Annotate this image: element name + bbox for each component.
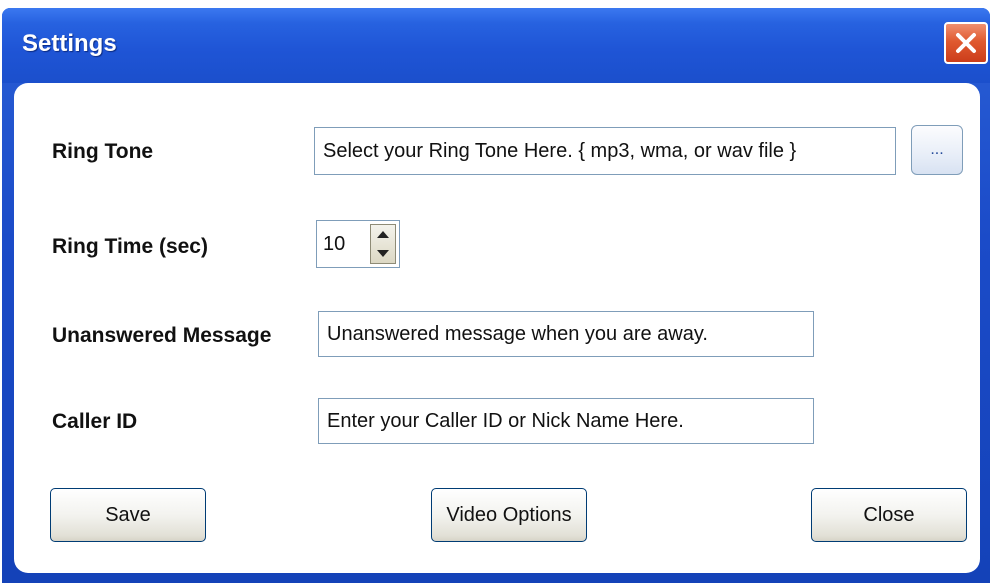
caller-id-field[interactable]: Enter your Caller ID or Nick Name Here.	[318, 398, 814, 444]
unanswered-message-label: Unanswered Message	[52, 324, 272, 347]
save-button[interactable]: Save	[50, 488, 206, 542]
browse-ring-tone-button[interactable]: ...	[911, 125, 963, 175]
arrow-up-icon	[377, 231, 389, 238]
ring-time-spin-buttons	[370, 224, 396, 264]
ring-tone-field[interactable]: Select your Ring Tone Here. { mp3, wma, …	[314, 127, 896, 175]
unanswered-message-field[interactable]: Unanswered message when you are away.	[318, 311, 814, 357]
ring-time-stepper[interactable]: 10	[316, 220, 400, 268]
close-x-icon	[956, 33, 976, 53]
arrow-down-icon	[377, 250, 389, 257]
ring-time-label: Ring Time (sec)	[52, 235, 208, 258]
ring-tone-label: Ring Tone	[52, 140, 154, 163]
spin-up-button[interactable]	[371, 225, 395, 244]
settings-panel: Ring Tone Select your Ring Tone Here. { …	[14, 83, 980, 573]
video-options-button[interactable]: Video Options	[431, 488, 587, 542]
caller-id-label: Caller ID	[52, 410, 138, 433]
window-title: Settings	[22, 30, 117, 57]
settings-window: Settings Ring Tone Select your Ring Tone…	[2, 8, 990, 583]
title-bar[interactable]: Settings	[2, 8, 990, 83]
window-close-button[interactable]	[944, 22, 988, 64]
close-button[interactable]: Close	[811, 488, 967, 542]
spin-down-button[interactable]	[371, 244, 395, 263]
ring-time-value: 10	[323, 232, 346, 255]
